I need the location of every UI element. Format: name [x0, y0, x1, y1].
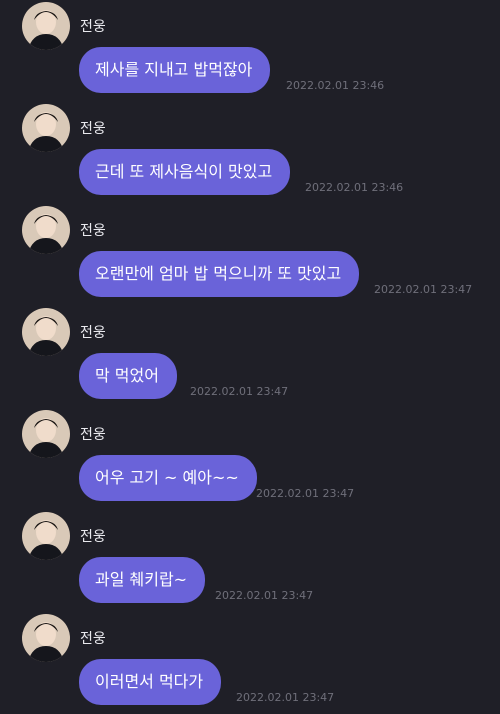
message-bubble[interactable]: 오랜만에 엄마 밥 먹으니까 또 맛있고 [79, 251, 360, 297]
message-bubble[interactable]: 과일 췌키랍~ [79, 557, 206, 603]
avatar[interactable] [22, 206, 70, 254]
message-timestamp: 2022.02.01 23:47 [256, 487, 355, 500]
sender-name: 전웅 [80, 427, 106, 443]
message-row: 전웅 막 먹었어 2022.02.01 23:47 [0, 306, 500, 408]
message-timestamp: 2022.02.01 23:47 [215, 589, 314, 602]
avatar-photo-icon [22, 104, 70, 152]
avatar-photo-icon [22, 410, 70, 458]
message-row: 전웅 제사를 지내고 밥먹잖아 2022.02.01 23:46 [0, 0, 500, 102]
avatar-photo-icon [22, 512, 70, 560]
chat-message-list: 전웅 제사를 지내고 밥먹잖아 2022.02.01 23:46 전웅 근데 또… [0, 0, 500, 714]
avatar[interactable] [22, 104, 70, 152]
message-row: 전웅 근데 또 제사음식이 맛있고 2022.02.01 23:46 [0, 102, 500, 204]
sender-name: 전웅 [80, 325, 106, 341]
sender-name: 전웅 [80, 631, 106, 647]
message-bubble[interactable]: 막 먹었어 [79, 353, 177, 399]
avatar[interactable] [22, 614, 70, 662]
message-timestamp: 2022.02.01 23:47 [236, 691, 335, 704]
avatar[interactable] [22, 308, 70, 356]
avatar[interactable] [22, 410, 70, 458]
avatar-photo-icon [22, 614, 70, 662]
sender-name: 전웅 [80, 223, 106, 239]
message-row: 전웅 오랜만에 엄마 밥 먹으니까 또 맛있고 2022.02.01 23:47 [0, 204, 500, 306]
sender-name: 전웅 [80, 529, 106, 545]
message-row: 전웅 어우 고기 ~ 예아~~ 2022.02.01 23:47 [0, 408, 500, 510]
message-timestamp: 2022.02.01 23:47 [190, 385, 289, 398]
message-timestamp: 2022.02.01 23:47 [374, 283, 473, 296]
message-bubble[interactable]: 어우 고기 ~ 예아~~ [79, 455, 257, 501]
message-timestamp: 2022.02.01 23:46 [305, 181, 404, 194]
message-bubble[interactable]: 이러면서 먹다가 [79, 659, 222, 705]
message-bubble[interactable]: 근데 또 제사음식이 맛있고 [79, 149, 291, 195]
message-row: 전웅 이러면서 먹다가 2022.02.01 23:47 [0, 612, 500, 714]
avatar[interactable] [22, 512, 70, 560]
message-row: 전웅 과일 췌키랍~ 2022.02.01 23:47 [0, 510, 500, 612]
sender-name: 전웅 [80, 121, 106, 137]
avatar-photo-icon [22, 2, 70, 50]
avatar-photo-icon [22, 206, 70, 254]
avatar-photo-icon [22, 308, 70, 356]
avatar[interactable] [22, 2, 70, 50]
message-timestamp: 2022.02.01 23:46 [286, 79, 385, 92]
sender-name: 전웅 [80, 19, 106, 35]
message-bubble[interactable]: 제사를 지내고 밥먹잖아 [79, 47, 271, 93]
